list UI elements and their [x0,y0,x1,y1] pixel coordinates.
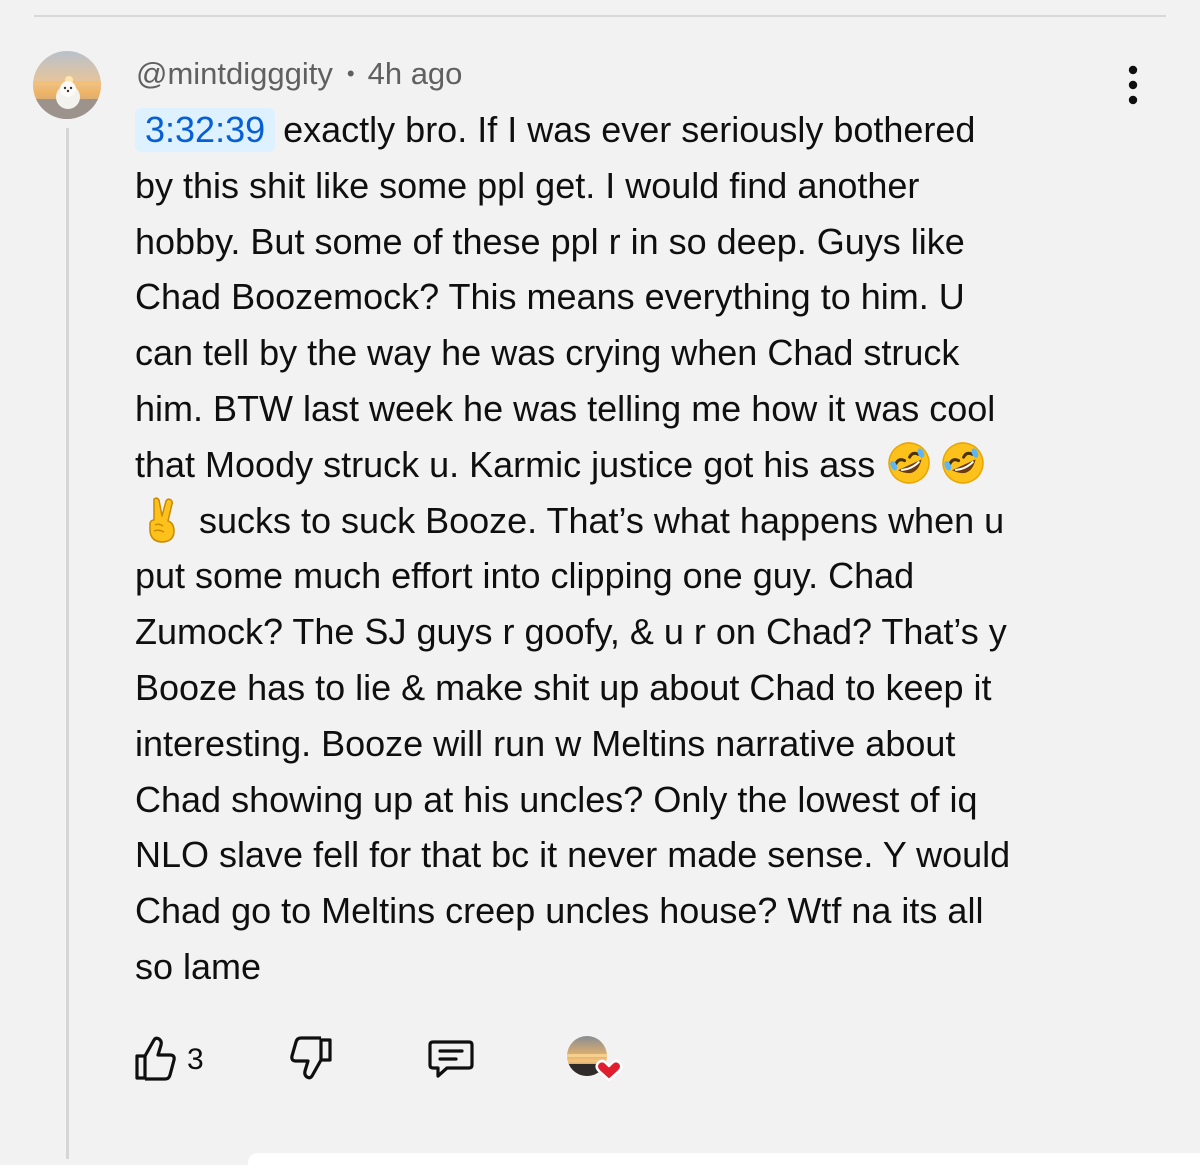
reply-button[interactable] [427,1032,475,1088]
comment-line-8: sucks to suck Booze. That’s what happens… [135,493,1125,549]
comment-line-7: that Moody struck u. Karmic justice got … [135,437,1125,493]
comment-line-10: Zumock? The SJ guys r goofy, & u r on Ch… [135,611,1007,653]
avatar-photo [33,51,101,119]
comment-body: 3:32:39 exactly bro. If I was ever seriou… [135,102,1125,995]
comment-line-11: Booze has to lie & make shit up about Ch… [135,666,992,708]
comment-time[interactable]: 4h ago [368,56,463,92]
comment-line-3: hobby. But some of these ppl r in so dee… [135,220,965,262]
author-handle[interactable]: @mintdigggity [136,56,333,92]
creator-heart-badge [565,1034,625,1086]
thread-line [66,128,69,1159]
dislike-button[interactable] [289,1032,335,1088]
comment-line-9: put some much effort into clipping one g… [135,555,915,597]
creator-heart-icon [595,1059,623,1082]
comment-line-6: him. BTW last week he was telling me how… [135,387,996,429]
comment-line-15: Chad go to Meltins creep uncles house? W… [135,890,984,932]
comment-text: exactly bro. If I was ever seriously bot… [283,109,976,150]
rolling-on-floor-laughing-emoji [939,439,987,487]
comment-line-1: 3:32:39 exactly bro. If I was ever seriou… [135,102,1125,158]
comment-line-2: by this shit like some ppl get. I would … [135,164,920,206]
comment-line-5: can tell by the way he was crying when C… [135,332,960,374]
next-card-edge [248,1153,1200,1165]
timestamp-link[interactable]: 3:32:39 [135,108,276,152]
more-vertical-icon[interactable] [1113,64,1153,106]
thumbs-down-icon [289,1034,335,1087]
comment-line-14: NLO slave fell for that bc it never made… [135,834,1011,876]
comment-line-13: Chad showing up at his uncles? Only the … [135,778,978,820]
comment-line-16: so lame [135,945,262,987]
comment-text: sucks to suck Booze. That’s what happens… [199,499,1005,541]
rolling-on-floor-laughing-emoji [885,439,933,487]
comment-line-4: Chad Boozemock? This means everything to… [135,276,965,318]
victory-hand-emoji [137,495,185,543]
reply-comment-icon [427,1034,475,1087]
like-button[interactable]: 3 [133,1032,204,1088]
top-divider [34,15,1166,17]
comment-header: @mintdigggity • 4h ago [136,54,462,94]
comment-text: that Moody struck u. Karmic justice got … [135,443,876,485]
author-avatar[interactable] [33,51,101,119]
thumbs-up-icon [133,1034,177,1087]
like-count: 3 [187,1043,204,1076]
comment-line-12: interesting. Booze will run w Meltins na… [135,722,956,764]
meta-separator: • [346,61,355,86]
